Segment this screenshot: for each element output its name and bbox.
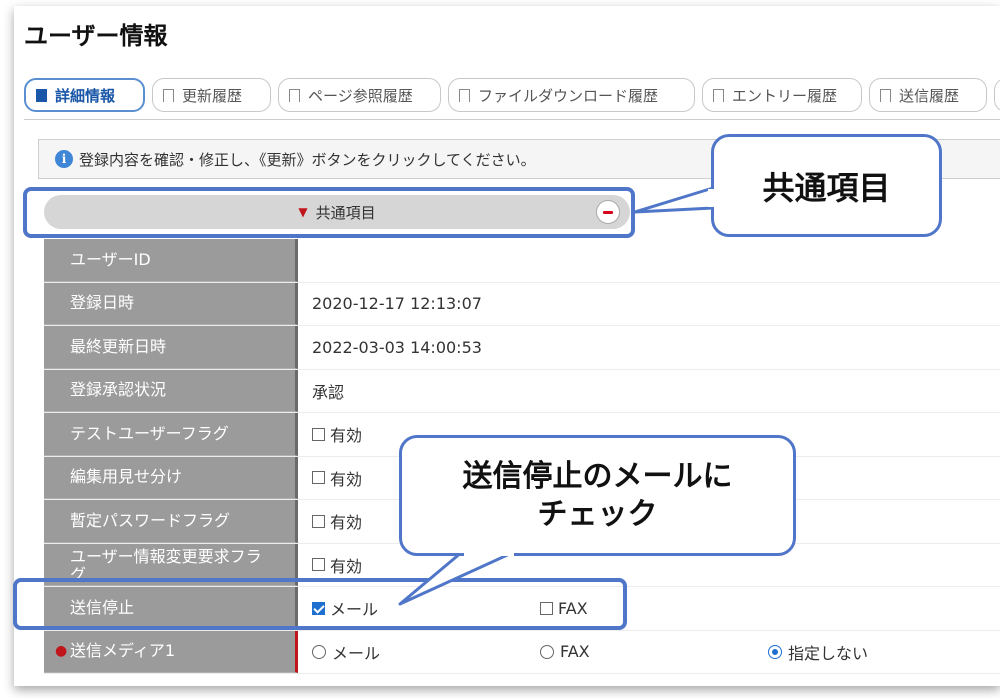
callout-send-stop: 送信停止のメールに チェック	[399, 435, 796, 556]
callout-pointer-mask	[464, 548, 514, 556]
callout-common-items: 共通項目	[711, 134, 942, 237]
callout-pointers	[398, 186, 715, 606]
callout-text: 共通項目	[762, 168, 891, 207]
callout-text-line1: 送信停止のメールに	[462, 458, 733, 494]
callout-pointer-mask	[708, 189, 718, 207]
callout-text-line2: チェック	[537, 496, 658, 532]
